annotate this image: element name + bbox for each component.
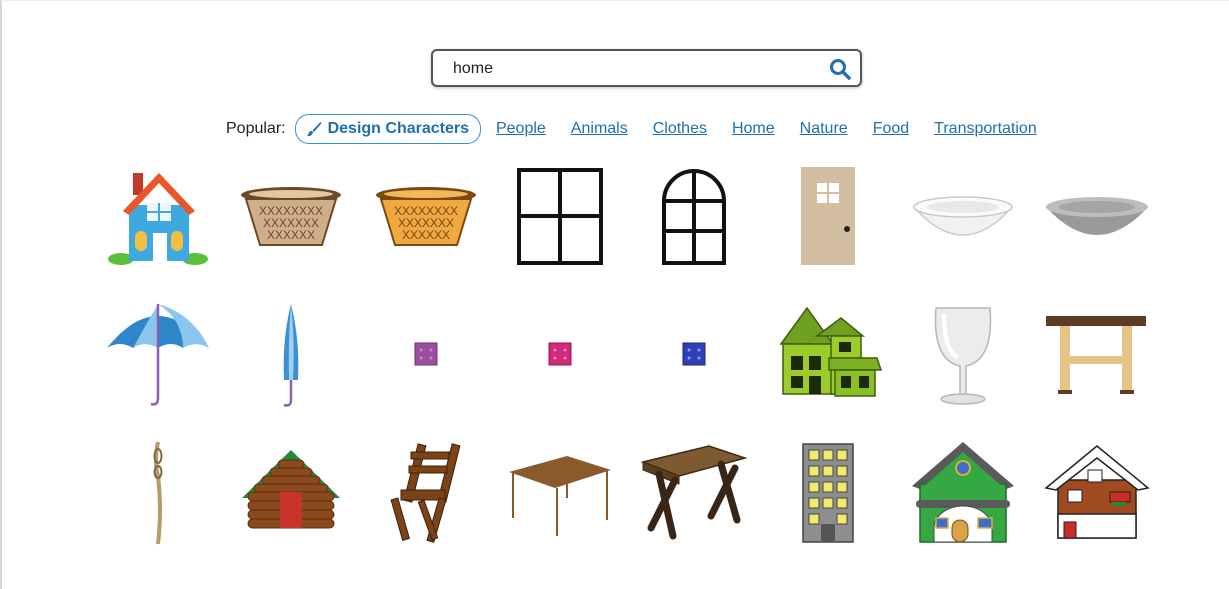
house-icon: [108, 173, 208, 265]
log-cabin-icon: [242, 450, 340, 529]
window-icon: [517, 168, 603, 265]
door-icon: [801, 167, 855, 265]
result-green-cottage[interactable]: [908, 440, 1018, 550]
svg-text:XXXXXX: XXXXXX: [402, 228, 450, 242]
picnic-table-icon: [640, 445, 748, 540]
result-green-house[interactable]: [773, 300, 883, 410]
result-closed-umbrella[interactable]: [236, 300, 346, 410]
wicker-basket-icon: XXXXXXXX XXXXXXX XXXXXX: [241, 187, 341, 246]
result-rope[interactable]: [103, 440, 213, 550]
result-pink-cushion[interactable]: [505, 300, 615, 410]
result-picnic-table[interactable]: [639, 440, 749, 550]
folding-chair-icon: [390, 443, 461, 543]
result-wine-glass[interactable]: [908, 300, 1018, 410]
wine-glass-icon: [934, 307, 992, 405]
result-gray-bowl[interactable]: [1042, 163, 1152, 273]
result-purple-cushion[interactable]: [371, 300, 481, 410]
result-wicker-basket[interactable]: XXXXXXXX XXXXXXX XXXXXX: [236, 163, 346, 273]
pink-cushion-icon: [548, 342, 572, 366]
result-snowy-chalet[interactable]: [1042, 440, 1152, 550]
result-blue-cushion[interactable]: [639, 300, 749, 410]
open-umbrella-icon: [107, 304, 209, 406]
svg-text:XXXXXX: XXXXXX: [267, 228, 315, 242]
green-cottage-icon: [912, 442, 1014, 543]
result-wooden-stool[interactable]: [1042, 300, 1152, 410]
results-grid: XXXXXXXX XXXXXXX XXXXXX XXXXXXXX XXXXXXX…: [0, 0, 1229, 589]
result-apartment-building[interactable]: [773, 440, 883, 550]
gray-bowl-icon: [1046, 197, 1148, 235]
blue-cushion-icon: [682, 342, 706, 366]
apartment-building-icon: [802, 443, 854, 543]
purple-cushion-icon: [414, 342, 438, 366]
result-arched-window[interactable]: [639, 163, 749, 273]
result-door[interactable]: [773, 163, 883, 273]
wooden-stool-icon: [1046, 316, 1146, 394]
green-house-icon: [779, 306, 883, 397]
orange-basket-icon: XXXXXXXX XXXXXXX XXXXXX: [376, 187, 476, 246]
result-open-umbrella[interactable]: [103, 300, 213, 410]
arched-window-icon: [662, 169, 726, 265]
snowy-chalet-icon: [1044, 445, 1150, 539]
result-house[interactable]: [103, 163, 213, 273]
result-table[interactable]: [505, 440, 615, 550]
white-bowl-icon: [912, 196, 1014, 236]
result-log-cabin[interactable]: [236, 440, 346, 550]
rope-icon: [153, 441, 163, 545]
table-icon: [509, 456, 611, 536]
result-white-bowl[interactable]: [908, 163, 1018, 273]
result-orange-basket[interactable]: XXXXXXXX XXXXXXX XXXXXX: [371, 163, 481, 273]
result-folding-chair[interactable]: [371, 440, 481, 550]
closed-umbrella-icon: [283, 304, 299, 407]
result-window[interactable]: [505, 163, 615, 273]
